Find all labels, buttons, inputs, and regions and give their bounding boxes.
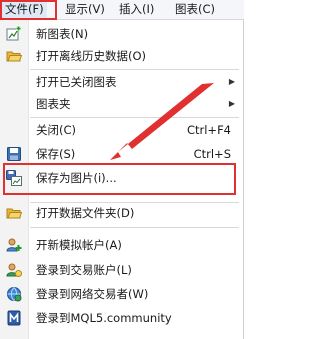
menu-item-new-chart[interactable]: 新图表(N)	[0, 24, 243, 44]
submenu-arrow-icon: ▶	[228, 77, 235, 86]
menu-item-close[interactable]: 关闭(C) Ctrl+F4	[0, 120, 243, 140]
menu-item-shortcut: Ctrl+F4	[186, 123, 231, 137]
login-icon	[6, 262, 22, 278]
menu-insert[interactable]: 插入(I)	[116, 0, 157, 19]
menu-item-save[interactable]: 保存(S) Ctrl+S	[0, 144, 243, 164]
menu-item-label: 开新模拟帐户(A)	[36, 238, 122, 252]
menu-item-login-mql5[interactable]: 登录到MQL5.community	[0, 308, 243, 328]
menu-item-label: 打开已关闭图表	[36, 75, 117, 89]
submenu-arrow-icon: ▶	[228, 99, 235, 108]
menu-item-login-web-trader[interactable]: 登录到网络交易者(W)	[0, 284, 243, 304]
menu-item-label: 登录到MQL5.community	[36, 311, 172, 325]
open-folder-icon	[6, 48, 23, 64]
new-chart-icon	[6, 26, 22, 42]
menu-item-label: 打开数据文件夹(D)	[36, 206, 135, 220]
menu-item-label: 保存(S)	[36, 147, 76, 161]
save-icon	[6, 146, 22, 162]
menu-item-label: 登录到交易账户(L)	[36, 263, 132, 277]
menu-separator	[30, 117, 239, 118]
menu-item-open-data-folder[interactable]: 打开数据文件夹(D)	[0, 203, 243, 223]
web-trader-icon	[6, 286, 22, 302]
menu-item-profiles[interactable]: 图表夹 ▶	[0, 94, 243, 114]
menu-item-open-demo-account[interactable]: 开新模拟帐户(A)	[0, 235, 243, 255]
menu-item-reopen-closed-chart[interactable]: 打开已关闭图表 ▶	[0, 72, 243, 92]
menu-item-open-offline[interactable]: 打开离线历史数据(O)	[0, 46, 243, 66]
menu-separator	[30, 69, 239, 70]
add-account-icon	[6, 237, 22, 253]
menu-item-shortcut: Ctrl+S	[193, 147, 231, 161]
menu-charts[interactable]: 图表(C)	[172, 0, 218, 19]
menu-item-label: 图表夹	[36, 97, 71, 111]
highlight-box	[0, 0, 57, 20]
highlight-box	[3, 163, 236, 195]
open-folder-icon	[6, 205, 23, 221]
menu-view[interactable]: 显示(V)	[62, 0, 108, 19]
menu-separator	[30, 227, 239, 228]
menu-item-label: 打开离线历史数据(O)	[36, 49, 147, 63]
mql5-icon	[6, 310, 22, 326]
menu-item-label: 登录到网络交易者(W)	[36, 287, 149, 301]
menu-item-label: 新图表(N)	[36, 27, 89, 41]
menu-item-login-trade-account[interactable]: 登录到交易账户(L)	[0, 260, 243, 280]
menu-item-label: 关闭(C)	[36, 123, 77, 137]
